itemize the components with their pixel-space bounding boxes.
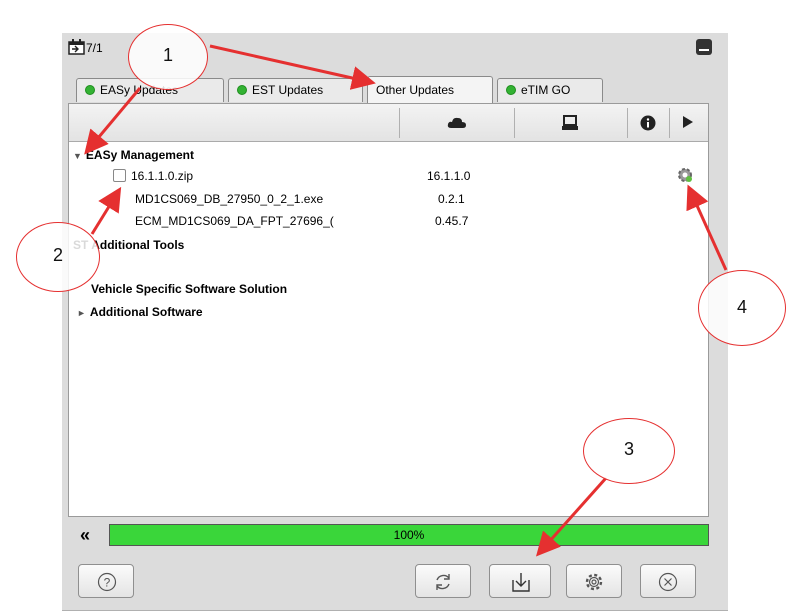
callout-3: 3 [583, 418, 675, 484]
annotation-arrow [84, 87, 142, 155]
annotation-arrow [536, 477, 608, 557]
annotation-arrow [686, 184, 728, 271]
callout-2: 2 [16, 222, 100, 292]
annotation-arrow [90, 186, 122, 235]
callout-1: 1 [128, 24, 208, 90]
annotation-overlay [84, 44, 728, 557]
callout-4: 4 [698, 270, 786, 346]
annotation-arrow [209, 44, 376, 90]
